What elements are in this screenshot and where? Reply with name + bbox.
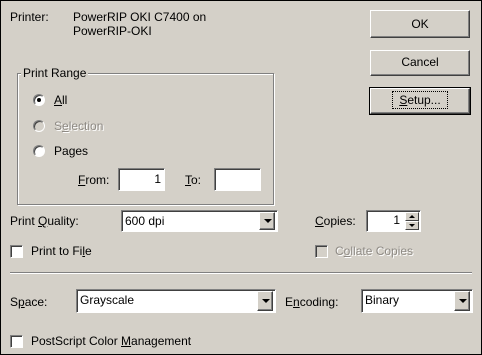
- print-to-file-label[interactable]: Print to File: [31, 244, 92, 258]
- cancel-button[interactable]: Cancel: [370, 50, 470, 76]
- separator: [10, 272, 472, 274]
- print-to-file-checkbox[interactable]: [10, 245, 23, 258]
- copies-spinner[interactable]: [405, 212, 419, 230]
- encoding-label: Encoding:: [285, 295, 339, 309]
- setup-button[interactable]: Setup...: [369, 87, 471, 115]
- printer-name-line2: PowerRIP-OKI: [73, 24, 152, 38]
- space-dropdown-button[interactable]: [257, 291, 273, 311]
- collate-copies-checkbox: [315, 245, 328, 258]
- from-field[interactable]: 1: [118, 168, 165, 191]
- space-label: Space:: [10, 295, 48, 309]
- radio-all-label[interactable]: All: [54, 93, 67, 107]
- print-range-title: Print Range: [21, 66, 89, 80]
- print-dialog: Printer: PowerRIP OKI C7400 on PowerRIP-…: [0, 0, 482, 355]
- spin-up-button[interactable]: [405, 212, 419, 221]
- spin-down-button[interactable]: [405, 221, 419, 230]
- print-quality-dropdown-button[interactable]: [259, 212, 275, 230]
- encoding-dropdown-button[interactable]: [454, 291, 470, 311]
- printer-label: Printer:: [10, 10, 49, 24]
- chevron-down-icon: [262, 299, 270, 303]
- collate-copies-label: Collate Copies: [335, 244, 414, 258]
- to-label: To:: [185, 173, 202, 187]
- arrow-down-icon: [409, 224, 415, 227]
- chevron-down-icon: [264, 219, 272, 223]
- color-management-checkbox[interactable]: [10, 335, 23, 348]
- radio-selection: [33, 120, 45, 132]
- radio-all[interactable]: [33, 94, 45, 106]
- radio-pages-label[interactable]: Pages: [54, 144, 88, 158]
- radio-selection-label: Selection: [54, 119, 104, 133]
- radio-pages[interactable]: [33, 145, 45, 157]
- space-select[interactable]: Grayscale: [76, 289, 276, 313]
- color-management-label[interactable]: PostScript Color Management: [31, 334, 191, 348]
- print-quality-label: Print Quality:: [10, 214, 79, 228]
- printer-name-line1: PowerRIP OKI C7400 on: [73, 10, 207, 24]
- chevron-down-icon: [459, 299, 467, 303]
- from-label: From:: [78, 173, 110, 187]
- to-field[interactable]: [214, 168, 261, 191]
- ok-button[interactable]: OK: [370, 10, 470, 38]
- arrow-up-icon: [409, 215, 415, 218]
- copies-label: Copies:: [315, 214, 356, 228]
- print-quality-select[interactable]: 600 dpi: [121, 210, 278, 232]
